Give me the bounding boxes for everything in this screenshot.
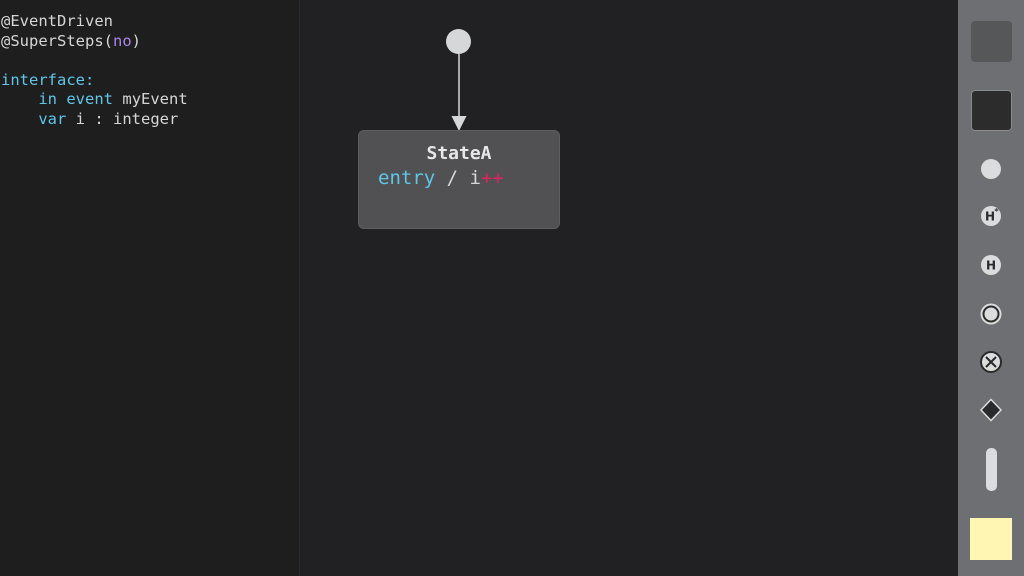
code-line-interface: interface:: [1, 70, 95, 89]
initial-entry-icon: [981, 159, 1001, 179]
tool-palette: H * H: [958, 0, 1024, 576]
choice-tool[interactable]: [958, 398, 1024, 422]
initial-transition-arrow[interactable]: [300, 0, 958, 576]
choice-icon: [979, 398, 1003, 422]
composite-state-tool[interactable]: [958, 89, 1024, 131]
code-line-supersteps: @SuperSteps(no): [1, 31, 141, 50]
exit-tool[interactable]: [958, 350, 1024, 374]
code-line-event-driven: @EventDriven: [1, 12, 113, 30]
final-state-tool[interactable]: [958, 302, 1024, 326]
exit-icon: [980, 351, 1002, 373]
shallow-history-tool[interactable]: H: [958, 254, 1024, 276]
code-line-in-event: in event myEvent: [38, 90, 188, 108]
note-icon: [970, 517, 1012, 560]
state-name[interactable]: StateA: [359, 143, 559, 164]
diagram-canvas[interactable]: StateA entry / i++: [300, 0, 958, 576]
svg-text:H: H: [986, 259, 996, 273]
state-entry-action[interactable]: entry / i++: [378, 167, 504, 189]
composite-state-icon: [970, 89, 1012, 131]
code-editor-panel[interactable]: @EventDriven @SuperSteps(no) interface: …: [0, 0, 300, 576]
region-tool[interactable]: [958, 20, 1024, 62]
code-line-var: var i : integer: [38, 109, 179, 128]
deep-history-tool[interactable]: H *: [958, 205, 1024, 227]
note-tool[interactable]: [958, 517, 1024, 560]
state-node[interactable]: StateA entry / i++: [358, 130, 560, 229]
synchronization-tool[interactable]: [958, 447, 1024, 491]
initial-entry-tool[interactable]: [958, 158, 1024, 180]
region-icon: [970, 20, 1012, 62]
synchronization-icon: [985, 447, 997, 491]
deep-history-icon: H *: [981, 206, 1001, 226]
final-state-icon: [980, 303, 1002, 325]
code-text[interactable]: @EventDriven @SuperSteps(no) interface: …: [1, 12, 188, 129]
shallow-history-icon: H: [981, 255, 1001, 275]
